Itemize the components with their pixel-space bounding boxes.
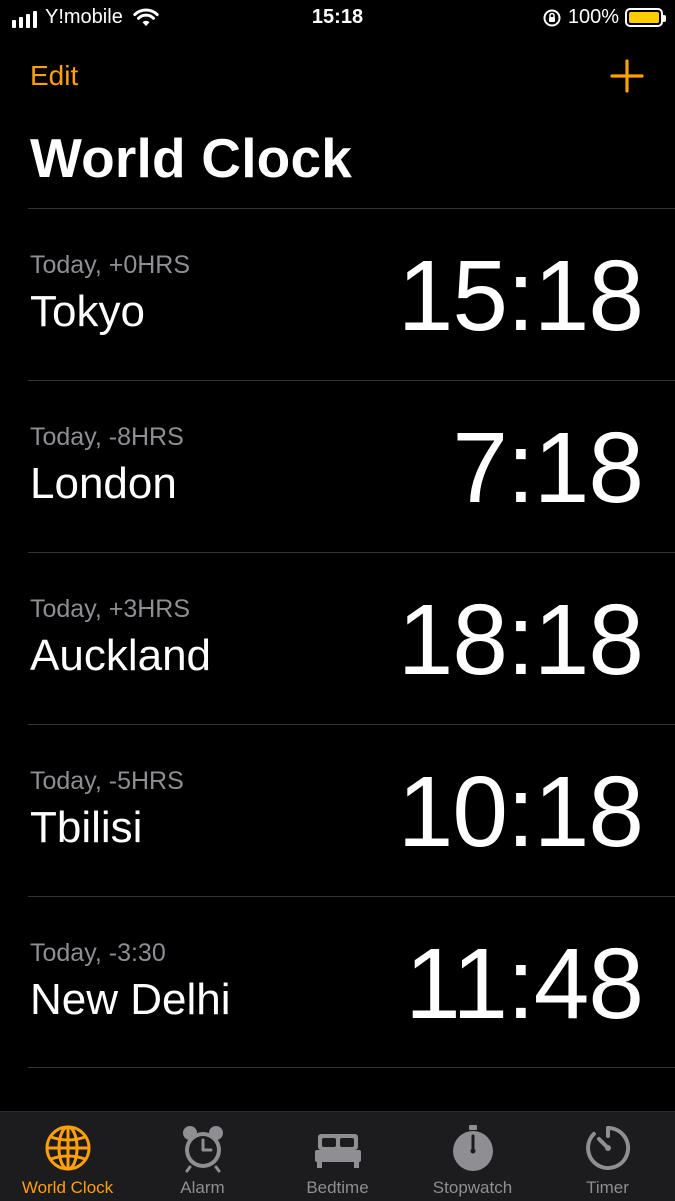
status-right: 100% (542, 6, 666, 29)
clock-offset: Today, -8HRS (30, 423, 184, 451)
clock-time: 15:18 (397, 240, 644, 352)
clock-row-tbilisi[interactable]: Today, -5HRS Tbilisi 10:18 (28, 724, 675, 896)
clock-time: 7:18 (452, 412, 644, 524)
tab-label: Alarm (180, 1178, 225, 1197)
tab-label: Timer (586, 1178, 629, 1197)
clock-time: 11:48 (405, 928, 644, 1040)
clock-offset: Today, -3:30 (30, 939, 166, 967)
clock-city: London (30, 459, 177, 508)
tab-bedtime[interactable]: Bedtime (270, 1112, 405, 1201)
clock-offset: Today, +0HRS (30, 251, 191, 279)
tab-alarm[interactable]: Alarm (135, 1112, 270, 1201)
clock-row-tokyo[interactable]: Today, +0HRS Tokyo 15:18 (28, 208, 675, 380)
tab-world-clock[interactable]: World Clock (0, 1112, 135, 1201)
status-bar: Y!mobile 15:18 100% (0, 0, 675, 38)
clock-row-new-delhi[interactable]: Today, -3:30 New Delhi 11:48 (28, 896, 675, 1068)
edit-button[interactable]: Edit (30, 60, 78, 92)
battery-level (629, 12, 659, 23)
clock-time: 10:18 (397, 756, 644, 868)
stopwatch-icon (452, 1125, 493, 1171)
world-clock-list: Today, +0HRS Tokyo 15:18 Today, -8HRS Lo… (28, 208, 675, 1068)
tab-label: World Clock (21, 1178, 114, 1197)
clock-offset: Today, +3HRS (30, 595, 191, 623)
page-title: World Clock (30, 127, 353, 189)
timer-icon (585, 1125, 630, 1170)
clock-offset: Today, -5HRS (30, 767, 184, 795)
globe-icon (45, 1125, 90, 1171)
tab-stopwatch[interactable]: Stopwatch (405, 1112, 540, 1201)
alarm-clock-icon (182, 1126, 223, 1173)
clock-row-london[interactable]: Today, -8HRS London 7:18 (28, 380, 675, 552)
battery-icon (625, 8, 666, 27)
clock-city: Tokyo (30, 287, 145, 336)
tab-label: Stopwatch (432, 1178, 513, 1197)
battery-percentage: 100% (567, 6, 619, 28)
plus-icon[interactable] (609, 58, 645, 94)
clock-city: New Delhi (30, 975, 231, 1024)
clock-city: Auckland (30, 631, 212, 680)
clock-city: Tbilisi (30, 803, 143, 852)
orientation-lock-icon (543, 9, 561, 26)
clock-row-auckland[interactable]: Today, +3HRS Auckland 18:18 (28, 552, 675, 724)
tab-timer[interactable]: Timer (540, 1112, 675, 1201)
clock-time: 18:18 (397, 584, 644, 696)
bed-icon (314, 1134, 361, 1168)
tab-label: Bedtime (306, 1178, 369, 1197)
tab-bar: World Clock Alarm Bedtime Stopwatch Time… (0, 1111, 675, 1201)
